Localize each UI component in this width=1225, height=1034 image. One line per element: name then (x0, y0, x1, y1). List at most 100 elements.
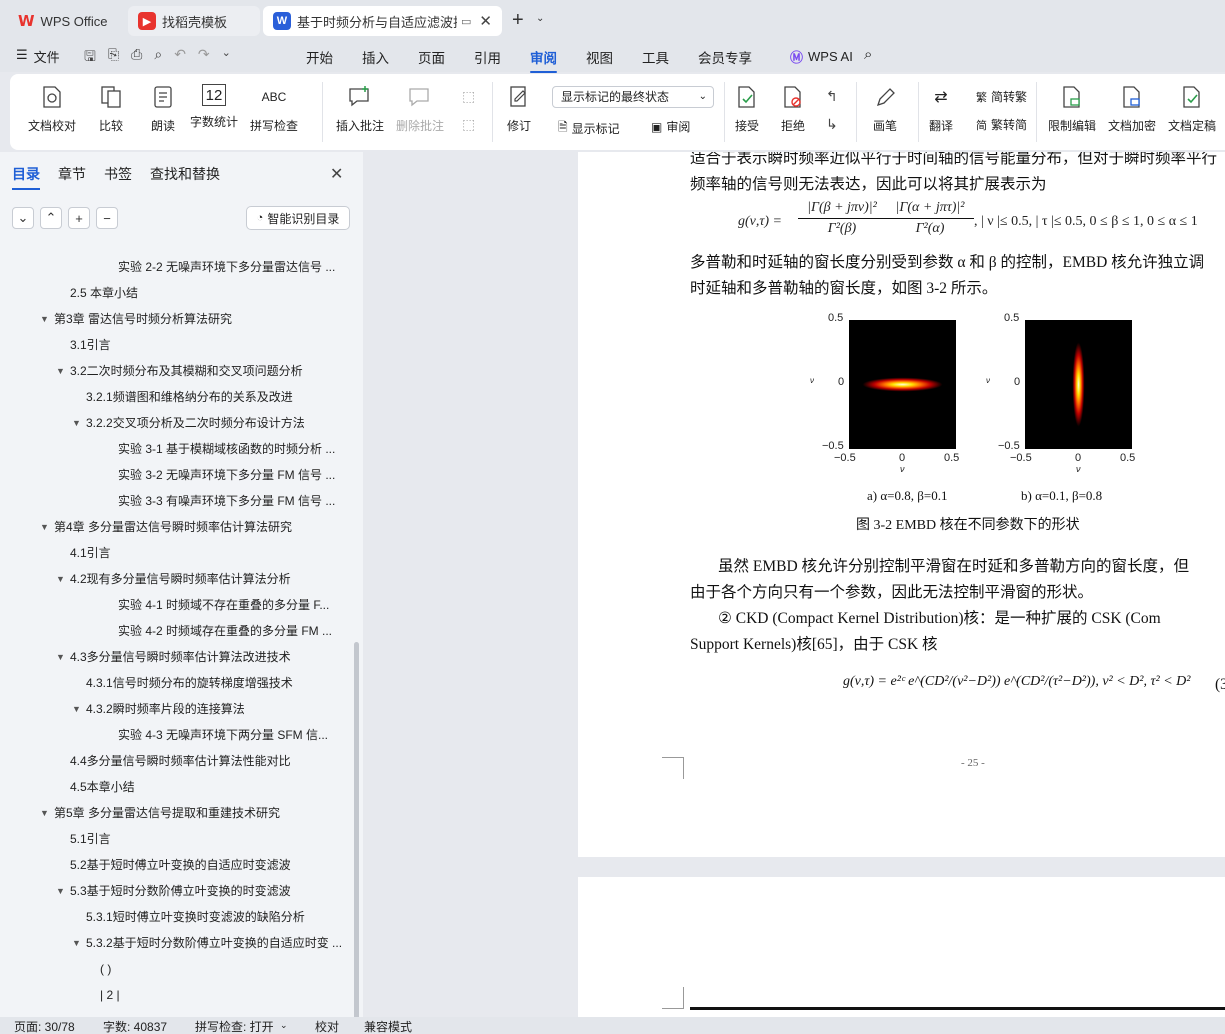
read-aloud-button[interactable]: 朗读 (150, 84, 176, 134)
word-count-status[interactable]: 字数: 40837 (103, 1018, 167, 1034)
qat-more-chevron-icon[interactable]: ⌄ (222, 46, 231, 70)
finalize-button[interactable]: 文档定稿 (1168, 84, 1216, 134)
tab-document[interactable]: W 基于时频分析与自适应滤波技 ▭ ✕ (263, 6, 502, 36)
spell-check-status[interactable]: 拼写检查: 打开 (195, 1018, 274, 1034)
toc-item[interactable]: 5.3.1短时傅立叶变换时变滤波的缺陷分析 (0, 904, 352, 930)
word-count-button[interactable]: 12 字数统计 (190, 84, 238, 130)
expand-arrow-icon[interactable]: ▼ (72, 930, 81, 956)
toc-item[interactable]: 3.2.1频谱图和维格纳分布的关系及改进 (0, 384, 352, 410)
expand-arrow-icon[interactable]: ▼ (40, 800, 49, 826)
menu-tools[interactable]: 工具 (642, 47, 669, 67)
add-icon[interactable]: + (68, 207, 90, 229)
toc-item[interactable]: ▼ 5.3基于短时分数阶傅立叶变换的时变滤波 (0, 878, 352, 904)
next-change-icon[interactable]: ↳ (826, 116, 838, 133)
expand-arrow-icon[interactable]: ▼ (56, 566, 65, 592)
encrypt-button[interactable]: 文档加密 (1108, 84, 1156, 134)
reject-button[interactable]: 拒绝 (780, 84, 806, 134)
tab-wps-office[interactable]: W WPS Office (8, 6, 122, 36)
menu-page[interactable]: 页面 (418, 47, 445, 67)
toc-item[interactable]: 3.1引言 (0, 332, 352, 358)
page-status[interactable]: 页面: 30/78 (14, 1018, 75, 1034)
toc-item[interactable]: 4.4多分量信号瞬时频率估计算法性能对比 (0, 748, 352, 774)
toc-item[interactable]: 4.1引言 (0, 540, 352, 566)
prev-comment-icon[interactable]: ⬚ (462, 88, 475, 105)
tab-chapters[interactable]: 章节 (58, 164, 86, 190)
tab-toc[interactable]: 目录 (12, 164, 40, 190)
share-icon[interactable]: ⎘ (108, 46, 119, 70)
tab-template[interactable]: ▶ 找稻壳模板 (128, 6, 260, 36)
expand-arrow-icon[interactable]: ▼ (40, 514, 49, 540)
spell-check-button[interactable]: ABC 拼写检查 (250, 84, 298, 134)
toc-item[interactable]: ▼ 第3章 雷达信号时频分析算法研究 (0, 306, 352, 332)
collapse-icon[interactable]: ⌄ (12, 207, 34, 229)
to-traditional-button[interactable]: 繁 简转繁 (976, 88, 1027, 105)
toc-item[interactable]: 实验 4-3 无噪声环境下两分量 SFM 信... (0, 722, 352, 748)
toc-item[interactable]: 实验 3-3 有噪声环境下多分量 FM 信号 ... (0, 488, 352, 514)
to-simplified-button[interactable]: 简 繁转简 (976, 116, 1027, 133)
file-menu[interactable]: ☰ 文件 (16, 47, 60, 66)
toc-item[interactable]: 5.2基于短时傅立叶变换的自适应时变滤波 (0, 852, 352, 878)
close-panel-icon[interactable]: ✕ (330, 164, 343, 184)
proof-status[interactable]: 校对 (315, 1018, 339, 1034)
tab-find-replace[interactable]: 查找和替换 (150, 164, 220, 190)
redo-icon[interactable]: ↷ (198, 46, 210, 70)
toc-item[interactable]: 2.5 本章小结 (0, 280, 352, 306)
expand-arrow-icon[interactable]: ▼ (56, 358, 65, 384)
doc-check-button[interactable]: 文档校对 (28, 84, 76, 134)
close-tab-icon[interactable]: ✕ (479, 12, 492, 30)
remove-icon[interactable]: − (96, 207, 118, 229)
new-tab-icon[interactable]: + (512, 9, 524, 32)
menu-view[interactable]: 视图 (586, 47, 613, 67)
toc-item[interactable]: ▼ 5.3.2基于短时分数阶傅立叶变换的自适应时变 ... (0, 930, 352, 956)
toc-item[interactable]: ▼ 3.2.2交叉项分析及二次时频分布设计方法 (0, 410, 352, 436)
search-icon[interactable]: ⌕ (864, 46, 872, 63)
expand-arrow-icon[interactable]: ▼ (40, 306, 49, 332)
toc-item[interactable]: ( ) (0, 956, 352, 982)
delete-comment-button[interactable]: 删除批注 (396, 84, 444, 134)
show-mode-select[interactable]: 显示标记的最终状态 ⌄ (552, 86, 714, 108)
toc-item[interactable]: ▼ 4.2现有多分量信号瞬时频率估计算法分析 (0, 566, 352, 592)
expand-icon[interactable]: ⌃ (40, 207, 62, 229)
chevron-down-icon[interactable]: ⌄ (280, 1020, 288, 1031)
toc-item[interactable]: ▼ 3.2二次时频分布及其模糊和交叉项问题分析 (0, 358, 352, 384)
toc-item[interactable]: ▼ 第4章 多分量雷达信号瞬时频率估计算法研究 (0, 514, 352, 540)
save-icon[interactable]: 🖫 (84, 46, 96, 70)
restrict-edit-button[interactable]: 限制编辑 (1048, 84, 1096, 134)
undo-icon[interactable]: ↶ (174, 46, 186, 70)
toc-item[interactable]: 实验 3-2 无噪声环境下多分量 FM 信号 ... (0, 462, 352, 488)
accept-button[interactable]: 接受 (734, 84, 760, 134)
wps-ai-button[interactable]: Ⓜ WPS AI (790, 47, 853, 66)
expand-arrow-icon[interactable]: ▼ (56, 878, 65, 904)
toc-item[interactable]: 实验 2-2 无噪声环境下多分量雷达信号 ... (0, 254, 352, 280)
menu-review[interactable]: 审阅 (530, 47, 557, 73)
toc-item[interactable]: ▼ 4.3多分量信号瞬时频率估计算法改进技术 (0, 644, 352, 670)
toc-item[interactable]: 5.1引言 (0, 826, 352, 852)
expand-arrow-icon[interactable]: ▼ (72, 410, 81, 436)
menu-home[interactable]: 开始 (306, 47, 333, 67)
window-icon[interactable]: ▭ (461, 15, 471, 28)
print-preview-icon[interactable]: ⌕ (154, 46, 162, 70)
toc-item[interactable]: 实验 4-1 时频域不存在重叠的多分量 F... (0, 592, 352, 618)
menu-references[interactable]: 引用 (474, 47, 501, 67)
toc-item[interactable]: 实验 4-2 时频域存在重叠的多分量 FM ... (0, 618, 352, 644)
toc-item[interactable]: ▼ 4.3.2瞬时频率片段的连接算法 (0, 696, 352, 722)
toc-item[interactable]: ▼ 第5章 多分量雷达信号提取和重建技术研究 (0, 800, 352, 826)
toc-item[interactable]: | 2 | (0, 982, 352, 1008)
show-marks-button[interactable]: 🗎 显示标记 (558, 118, 620, 139)
compare-button[interactable]: 比较 (98, 84, 124, 134)
pen-button[interactable]: 画笔 (872, 84, 898, 134)
insert-comment-button[interactable]: 插入批注 (336, 84, 384, 134)
smart-toc-button[interactable]: ◔ 智能识别目录 (246, 206, 350, 230)
toc-item[interactable]: 4.3.1信号时频分布的旋转梯度增强技术 (0, 670, 352, 696)
tab-menu-chevron-icon[interactable]: ⌄ (536, 13, 544, 24)
expand-arrow-icon[interactable]: ▼ (72, 696, 81, 722)
revise-button[interactable]: 修订 (506, 84, 532, 134)
toc-scrollbar[interactable] (354, 642, 359, 1034)
menu-insert[interactable]: 插入 (362, 47, 389, 67)
review-pane-button[interactable]: ▣ 审阅 (651, 118, 690, 135)
prev-change-icon[interactable]: ↰ (826, 88, 838, 105)
next-comment-icon[interactable]: ⬚ (462, 116, 475, 133)
tab-bookmarks[interactable]: 书签 (104, 164, 132, 190)
print-icon[interactable]: ⎙ (131, 46, 142, 70)
translate-button[interactable]: ⇄ 翻译 (928, 84, 954, 134)
